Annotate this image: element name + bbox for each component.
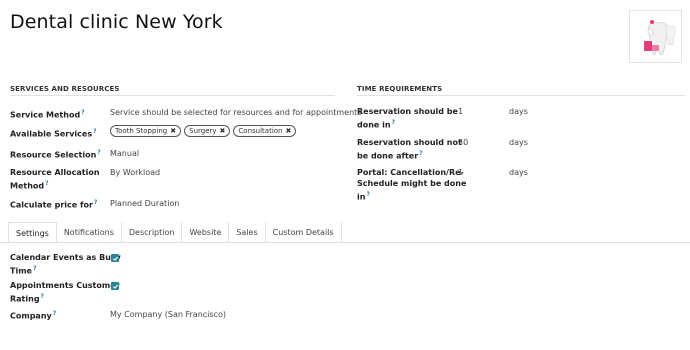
section-title-time: TIME REQUIREMENTS xyxy=(357,85,443,93)
days-unit: days xyxy=(509,168,528,177)
calculate-price-label: Calculate price for? xyxy=(10,199,98,210)
help-icon[interactable]: ? xyxy=(33,265,36,272)
service-tag: Tooth Stopping ✖ xyxy=(110,125,182,137)
reservation-done-in-label: Reservation should be done in? xyxy=(357,107,458,130)
resource-selection-label: Resource Selection? xyxy=(10,149,101,160)
days-unit: days xyxy=(509,138,528,147)
tab-description[interactable]: Description xyxy=(122,222,183,243)
reservation-not-after-field[interactable]: 30 xyxy=(458,137,468,148)
available-services-field[interactable]: Tooth Stopping ✖ Surgery ✖ Consultation ✖ xyxy=(110,125,297,137)
reservation-not-after-label: Reservation should not be done after? xyxy=(357,138,462,161)
tabs-divider xyxy=(0,242,690,243)
service-tag-label: Tooth Stopping xyxy=(115,127,168,135)
help-icon[interactable]: ? xyxy=(97,149,100,156)
tab-settings[interactable]: Settings xyxy=(8,222,57,243)
service-tag-label: Surgery xyxy=(189,127,217,135)
tooth-dentist-icon xyxy=(644,20,676,56)
help-icon[interactable]: ? xyxy=(93,128,96,135)
tab-custom-details[interactable]: Custom Details xyxy=(266,222,342,243)
notebook-tabs: Settings Notifications Description Websi… xyxy=(8,222,342,243)
clinic-logo-image[interactable] xyxy=(629,10,682,63)
help-icon[interactable]: ? xyxy=(53,310,56,317)
service-method-label: Service Method? xyxy=(10,109,85,120)
remove-tag-icon[interactable]: ✖ xyxy=(170,127,176,135)
days-unit: days xyxy=(509,107,528,116)
help-icon[interactable]: ? xyxy=(366,191,369,198)
calendar-busy-checkbox[interactable] xyxy=(111,254,119,262)
page-title: Dental clinic New York xyxy=(10,11,223,33)
check-icon xyxy=(112,284,118,289)
help-icon[interactable]: ? xyxy=(94,199,97,206)
reservation-done-in-field[interactable]: 1 xyxy=(458,106,463,117)
service-tag-label: Consultation xyxy=(238,127,283,135)
remove-tag-icon[interactable]: ✖ xyxy=(285,127,291,135)
tab-notifications[interactable]: Notifications xyxy=(57,222,122,243)
customer-rating-label: Appointments Customer Rating? xyxy=(10,281,120,304)
section-divider xyxy=(357,95,685,96)
service-tag: Surgery ✖ xyxy=(184,125,231,137)
calculate-price-field[interactable]: Planned Duration xyxy=(110,198,179,209)
portal-cancellation-label: Portal: Cancellation/Re- Schedule might b… xyxy=(357,168,467,202)
tab-website[interactable]: Website xyxy=(182,222,230,243)
service-tag: Consultation ✖ xyxy=(233,125,297,137)
resource-selection-field[interactable]: Manual xyxy=(110,148,139,159)
section-divider xyxy=(10,95,335,96)
resource-allocation-label: Resource Allocation Method? xyxy=(10,168,100,191)
company-field[interactable]: My Company (San Francisco) xyxy=(110,309,226,320)
service-method-field[interactable]: Service should be selected for resources… xyxy=(110,107,361,118)
available-services-label: Available Services? xyxy=(10,128,97,139)
remove-tag-icon[interactable]: ✖ xyxy=(220,127,226,135)
help-icon[interactable]: ? xyxy=(419,150,422,157)
tab-sales[interactable]: Sales xyxy=(229,222,266,243)
resource-allocation-field[interactable]: By Workload xyxy=(110,167,160,178)
help-icon[interactable]: ? xyxy=(392,119,395,126)
help-icon[interactable]: ? xyxy=(81,109,84,116)
company-label: Company? xyxy=(10,310,57,321)
help-icon[interactable]: ? xyxy=(41,293,44,300)
check-icon xyxy=(112,256,118,261)
portal-cancellation-field[interactable]: 1 xyxy=(458,167,463,178)
calendar-busy-label: Calendar Events as Busy Time? xyxy=(10,253,121,276)
section-title-services: SERVICES AND RESOURCES xyxy=(10,85,120,93)
customer-rating-checkbox[interactable] xyxy=(111,282,119,290)
help-icon[interactable]: ? xyxy=(45,180,48,187)
